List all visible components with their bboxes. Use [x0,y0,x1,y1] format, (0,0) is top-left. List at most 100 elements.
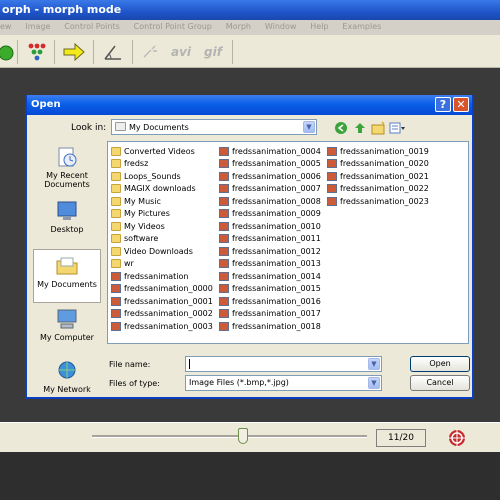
image-file-icon [219,234,229,244]
image-file-icon [219,271,229,281]
file-item-label: fredssanimation_0006 [232,171,321,181]
folder-item[interactable]: My Pictures [111,208,213,221]
timeline-bar: 11/20 [0,422,500,452]
angle-tool-button[interactable] [99,39,127,65]
file-list[interactable]: Converted Videos fredsz Loops_Sounds MAGIX … [107,141,469,344]
help-button[interactable]: ? [435,97,451,112]
file-item[interactable]: fredssanimation_0001 [111,295,213,308]
menu-morph[interactable]: Morph [226,22,251,31]
file-item-label: fredssanimation_0002 [124,309,213,319]
place-my-documents[interactable]: My Documents [33,249,101,303]
file-item[interactable]: fredssanimation_0013 [219,258,321,271]
menu-image[interactable]: Image [25,22,50,31]
menu-view[interactable]: ew [0,22,11,31]
file-item[interactable]: fredssanimation_0002 [111,308,213,321]
file-item[interactable]: fredssanimation_0003 [111,320,213,333]
folder-item[interactable]: fredsz [111,158,213,171]
place-my-computer[interactable]: My Computer [33,303,101,357]
folder-item[interactable]: My Music [111,195,213,208]
back-button[interactable] [332,120,349,136]
menu-help[interactable]: Help [310,22,328,31]
folder-icon [111,221,121,231]
file-item[interactable]: fredssanimation_0016 [219,295,321,308]
frame-slider-track[interactable] [92,435,367,438]
menu-control-point-group[interactable]: Control Point Group [134,22,212,31]
frame-slider-thumb[interactable] [238,428,249,444]
folder-item[interactable]: MAGIX downloads [111,183,213,196]
toolbar-separator [132,40,133,64]
file-item[interactable]: fredssanimation_0000 [111,283,213,296]
file-item[interactable]: fredssanimation_0018 [219,320,321,333]
look-in-dropdown[interactable]: My Documents ▼ [111,119,317,135]
chevron-down-icon[interactable]: ▼ [303,121,315,133]
place-recent-documents[interactable]: My Recent Documents [33,141,101,195]
folder-item[interactable]: wr [111,258,213,271]
cancel-button[interactable]: Cancel [410,375,470,391]
folder-item[interactable]: Video Downloads [111,245,213,258]
file-type-dropdown[interactable]: Image Files (*.bmp,*.jpg) ▼ [185,375,382,391]
menu-window[interactable]: Window [265,22,297,31]
wand-button[interactable] [137,39,165,65]
file-item[interactable]: fredssanimation_0011 [219,233,321,246]
file-item[interactable]: fredssanimation_0009 [219,208,321,221]
export-gif-button[interactable]: gif [198,39,228,65]
file-name-label: File name: [109,360,151,369]
dialog-title: Open [31,99,61,110]
place-my-network[interactable]: My Network [33,355,101,409]
next-arrow-button[interactable] [60,39,88,65]
image-file-icon [219,296,229,306]
open-button[interactable]: Open [410,356,470,372]
export-avi-button[interactable]: avi [166,39,196,65]
file-item[interactable]: fredssanimation_0012 [219,245,321,258]
app-toolbar: avi gif [0,35,500,68]
view-menu-button[interactable] [389,120,406,136]
file-item[interactable]: fredssanimation_0022 [327,183,429,196]
file-item[interactable]: fredssanimation_0014 [219,270,321,283]
file-item[interactable]: fredssanimation_0008 [219,195,321,208]
green-circle-icon [0,45,14,61]
image-file-icon [111,321,121,331]
folder-icon [111,171,121,181]
file-item[interactable]: fredssanimation_0020 [327,158,429,171]
place-desktop[interactable]: Desktop [33,195,101,249]
folder-item[interactable]: software [111,233,213,246]
chevron-down-icon[interactable]: ▼ [368,377,380,389]
place-label: My Computer [40,333,94,342]
file-item[interactable]: fredssanimation_0015 [219,283,321,296]
frame-counter: 11/20 [376,429,426,447]
file-item[interactable]: fredssanimation_0005 [219,158,321,171]
my-network-icon [58,361,76,379]
close-button[interactable]: ✕ [453,97,469,112]
file-item[interactable]: fredssanimation_0007 [219,183,321,196]
folder-icon [111,196,121,206]
file-item-label: fredssanimation_0016 [232,296,321,306]
target-icon[interactable] [447,428,467,448]
folder-item[interactable]: Converted Videos [111,145,213,158]
file-item[interactable]: fredssanimation_0010 [219,220,321,233]
menu-control-points[interactable]: Control Points [64,22,120,31]
up-folder-button[interactable] [351,120,368,136]
file-item[interactable]: fredssanimation_0019 [327,145,429,158]
file-item[interactable]: fredssanimation_0004 [219,145,321,158]
folder-item[interactable]: Loops_Sounds [111,170,213,183]
new-folder-button[interactable] [370,120,387,136]
control-points-button[interactable] [23,39,51,65]
folder-item[interactable]: My Videos [111,220,213,233]
folder-icon [111,146,121,156]
file-item[interactable]: fredssanimation_0023 [327,195,429,208]
file-item-label: fredssanimation_0021 [340,171,429,181]
file-item-label: fredssanimation_0009 [232,209,321,219]
file-item[interactable]: fredssanimation_0017 [219,308,321,321]
file-item-label: wr [124,259,134,269]
file-item[interactable]: fredssanimation_0006 [219,170,321,183]
file-column-2: fredssanimation_0004 fredssanimation_0005… [219,145,321,333]
file-name-field[interactable]: ▼ [185,356,382,372]
file-item[interactable]: fredssanimation [111,270,213,283]
file-item[interactable]: fredssanimation_0021 [327,170,429,183]
image-file-icon [327,184,337,194]
bottom-strip [0,452,500,500]
menu-examples[interactable]: Examples [342,22,381,31]
navigation-buttons [332,120,406,136]
chevron-down-icon[interactable]: ▼ [368,358,380,370]
places-bar: My Recent Documents Desktop My Documents… [33,141,101,394]
